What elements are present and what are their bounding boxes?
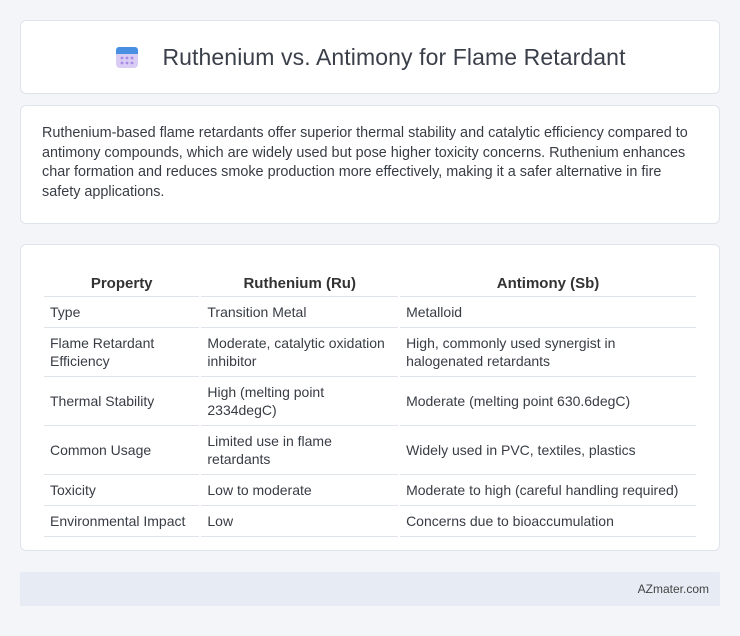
comparison-table: Property Ruthenium (Ru) Antimony (Sb) Ty… [42,267,698,537]
table-row: Flame Retardant Efficiency Moderate, cat… [44,328,696,377]
table-row: Environmental Impact Low Concerns due to… [44,506,696,537]
header-property: Property [44,267,200,297]
cell-property: Type [44,297,200,328]
cell-antimony: Moderate to high (careful handling requi… [400,475,696,506]
header-ruthenium: Ruthenium (Ru) [201,267,399,297]
cell-property: Flame Retardant Efficiency [44,328,200,377]
table-header-row: Property Ruthenium (Ru) Antimony (Sb) [44,267,696,297]
comparison-card: Property Ruthenium (Ru) Antimony (Sb) Ty… [20,244,720,551]
summary-text: Ruthenium-based flame retardants offer s… [42,125,688,200]
cell-antimony: Widely used in PVC, textiles, plastics [400,426,696,475]
cell-antimony: Concerns due to bioaccumulation [400,506,696,537]
calendar-icon [114,44,140,70]
cell-ruthenium: Transition Metal [201,297,399,328]
footer-source: AZmater.com [637,582,709,596]
header-antimony: Antimony (Sb) [400,267,696,297]
cell-ruthenium: Limited use in flame retardants [201,426,399,475]
page-title: Ruthenium vs. Antimony for Flame Retarda… [162,43,626,70]
table-row: Toxicity Low to moderate Moderate to hig… [44,475,696,506]
cell-property: Environmental Impact [44,506,200,537]
cell-antimony: High, commonly used synergist in halogen… [400,328,696,377]
cell-antimony: Moderate (melting point 630.6degC) [400,377,696,426]
cell-ruthenium: Moderate, catalytic oxidation inhibitor [201,328,399,377]
table-row: Type Transition Metal Metalloid [44,297,696,328]
cell-ruthenium: Low to moderate [201,475,399,506]
cell-ruthenium: Low [201,506,399,537]
cell-ruthenium: High (melting point 2334degC) [201,377,399,426]
cell-property: Thermal Stability [44,377,200,426]
table-row: Thermal Stability High (melting point 23… [44,377,696,426]
cell-property: Toxicity [44,475,200,506]
title-card: Ruthenium vs. Antimony for Flame Retarda… [20,20,720,94]
summary-card: Ruthenium-based flame retardants offer s… [20,105,720,224]
footer-bar: AZmater.com [20,572,720,606]
table-row: Common Usage Limited use in flame retard… [44,426,696,475]
cell-property: Common Usage [44,426,200,475]
cell-antimony: Metalloid [400,297,696,328]
